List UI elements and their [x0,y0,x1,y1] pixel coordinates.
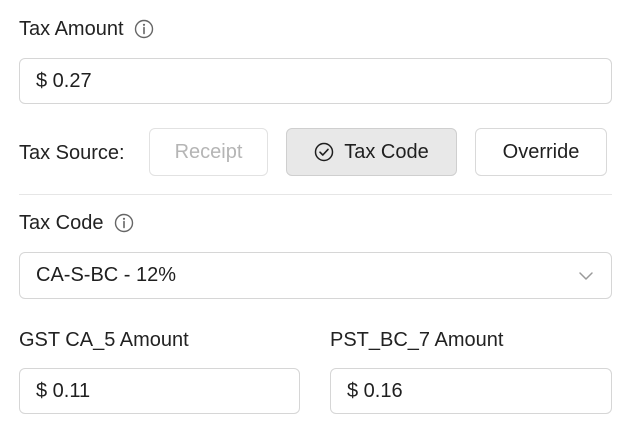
section-divider [19,194,612,195]
tax-amount-label: Tax Amount [19,17,154,41]
tax-source-tax-code-button[interactable]: Tax Code [286,128,457,176]
info-icon[interactable] [134,19,154,39]
override-button-label: Override [502,140,580,163]
tax-code-select[interactable]: CA-S-BC - 12% [19,252,612,299]
tax-amount-value: $ 0.27 [36,69,92,92]
pst-amount-field[interactable]: $ 0.16 [330,368,612,414]
tax-code-selected-value: CA-S-BC - 12% [36,264,177,286]
pst-amount-label-text: PST_BC_7 Amount [330,329,504,351]
tax-source-label-text: Tax Source: [19,142,125,164]
chevron-down-icon [579,271,593,280]
pst-amount-value: $ 0.16 [347,379,403,402]
tax-amount-field[interactable]: $ 0.27 [19,58,612,104]
tax-source-receipt-button[interactable]: Receipt [149,128,268,176]
tax-code-label-text: Tax Code [19,212,104,234]
tax-source-label: Tax Source: [19,141,125,165]
gst-amount-value: $ 0.11 [36,379,91,402]
pst-amount-label: PST_BC_7 Amount [330,328,503,352]
tax-amount-label-text: Tax Amount [19,18,124,40]
tax-code-label: Tax Code [19,211,134,235]
gst-amount-label: GST CA_5 Amount [19,328,189,352]
tax-source-override-button[interactable]: Override [475,128,607,176]
info-icon[interactable] [114,213,134,233]
tax-code-button-label: Tax Code [344,140,429,163]
check-circle-icon [315,142,334,162]
gst-amount-field[interactable]: $ 0.11 [19,368,300,414]
gst-amount-label-text: GST CA_5 Amount [19,329,189,351]
receipt-button-label: Receipt [174,140,243,163]
